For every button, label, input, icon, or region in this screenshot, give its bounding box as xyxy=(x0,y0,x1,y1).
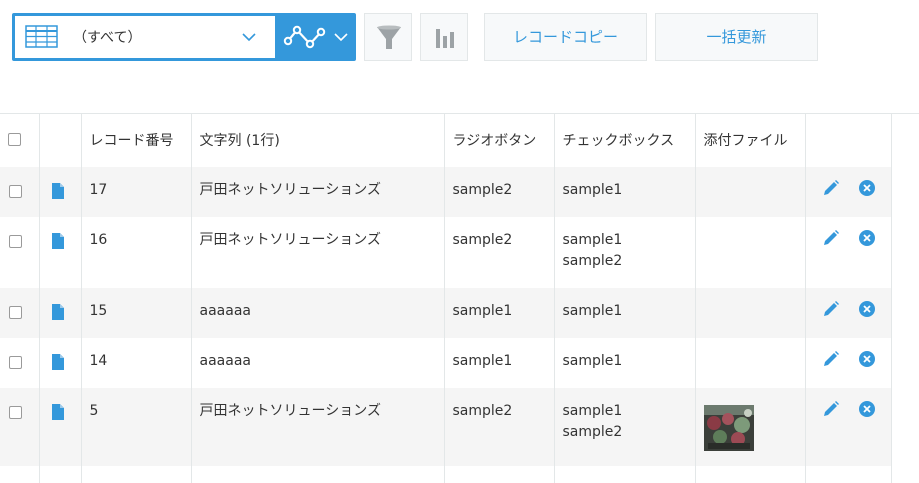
cell-radio: sample2 xyxy=(444,388,555,466)
table-row: 16 戸田ネットソリューションズ sample2 sample1 sample2 xyxy=(0,217,892,288)
row-checkbox[interactable] xyxy=(9,356,22,369)
cell-record-no: 16 xyxy=(81,217,192,288)
table-row xyxy=(0,466,892,483)
record-detail-icon[interactable] xyxy=(51,304,64,320)
cell-attachment xyxy=(695,167,806,217)
filter-icon xyxy=(377,25,401,49)
header-text[interactable]: 文字列 (1行) xyxy=(191,113,445,167)
delete-icon[interactable] xyxy=(858,400,876,418)
pencil-icon[interactable] xyxy=(822,350,840,368)
delete-icon[interactable] xyxy=(858,229,876,247)
cell-record-no: 15 xyxy=(81,288,192,338)
pencil-icon[interactable] xyxy=(822,179,840,197)
select-all-cell xyxy=(0,113,40,167)
view-selector: （すべて） xyxy=(12,13,356,61)
filter-button[interactable] xyxy=(364,13,412,61)
cell-text: 戸田ネットソリューションズ xyxy=(191,217,445,288)
row-checkbox[interactable] xyxy=(9,406,22,419)
cell-attachment xyxy=(695,388,806,466)
chevron-down-icon xyxy=(242,33,256,42)
header-record-no[interactable]: レコード番号 xyxy=(81,113,192,167)
checkbox-value: sample1 xyxy=(562,403,623,419)
bar-chart-icon xyxy=(436,29,454,48)
record-detail-icon[interactable] xyxy=(51,354,64,370)
table-row: 15 aaaaaa sample1 sample1 xyxy=(0,288,892,338)
bulk-update-button[interactable]: 一括更新 xyxy=(655,13,818,61)
delete-icon[interactable] xyxy=(858,350,876,368)
record-copy-button[interactable]: レコードコピー xyxy=(484,13,647,61)
cell-text: 戸田ネットソリューションズ xyxy=(191,167,445,217)
line-graph-icon xyxy=(283,25,326,49)
cell-attachment xyxy=(695,217,806,288)
checkbox-value: sample1 xyxy=(562,353,623,369)
checkbox-value: sample1 xyxy=(562,232,623,248)
cell-record-no: 5 xyxy=(81,388,192,466)
checkbox-value: sample2 xyxy=(562,253,623,269)
record-detail-icon[interactable] xyxy=(51,183,64,199)
header-actions xyxy=(805,113,892,167)
table-header-row: レコード番号 文字列 (1行) ラジオボタン チェックボックス 添付ファイル xyxy=(0,113,892,167)
table-row: 5 戸田ネットソリューションズ sample2 sample1 sample2 xyxy=(0,388,892,466)
row-checkbox[interactable] xyxy=(9,185,22,198)
cell-checkbox: sample1 xyxy=(554,167,696,217)
record-detail-icon[interactable] xyxy=(51,233,64,249)
cell-actions xyxy=(805,338,892,388)
cell-actions xyxy=(805,217,892,288)
list-view-icon xyxy=(25,25,58,48)
cell-actions xyxy=(805,288,892,338)
delete-icon[interactable] xyxy=(858,179,876,197)
cell-text: 戸田ネットソリューションズ xyxy=(191,388,445,466)
delete-icon[interactable] xyxy=(858,300,876,318)
cell-checkbox: sample1 sample2 xyxy=(554,388,696,466)
cell-radio: sample2 xyxy=(444,167,555,217)
select-all-checkbox[interactable] xyxy=(8,132,21,146)
pencil-icon[interactable] xyxy=(822,229,840,247)
graph-selector-button[interactable] xyxy=(275,13,356,61)
cell-checkbox: sample1 xyxy=(554,338,696,388)
cell-actions xyxy=(805,388,892,466)
cell-attachment xyxy=(695,288,806,338)
cell-record-no: 14 xyxy=(81,338,192,388)
checkbox-value: sample1 xyxy=(562,182,623,198)
pencil-icon[interactable] xyxy=(822,400,840,418)
cell-actions xyxy=(805,167,892,217)
toolbar: （すべて） レコードコピー 一括更新 xyxy=(0,0,919,113)
table-row: 17 戸田ネットソリューションズ sample2 sample1 xyxy=(0,167,892,217)
checkbox-value: sample1 xyxy=(562,303,623,319)
cell-radio: sample2 xyxy=(444,217,555,288)
header-checkbox[interactable]: チェックボックス xyxy=(554,113,696,167)
row-checkbox[interactable] xyxy=(9,235,22,248)
attachment-thumbnail[interactable] xyxy=(703,405,754,451)
cell-radio: sample1 xyxy=(444,288,555,338)
view-name: （すべて） xyxy=(73,30,142,46)
cell-text: aaaaaa xyxy=(191,288,445,338)
checkbox-value: sample2 xyxy=(562,424,623,440)
chevron-down-icon xyxy=(334,33,348,42)
graph-button[interactable] xyxy=(420,13,468,61)
header-radio[interactable]: ラジオボタン xyxy=(444,113,555,167)
cell-text: aaaaaa xyxy=(191,338,445,388)
cell-attachment xyxy=(695,338,806,388)
view-dropdown[interactable]: （すべて） xyxy=(15,16,275,58)
pencil-icon[interactable] xyxy=(822,300,840,318)
cell-checkbox: sample1 xyxy=(554,288,696,338)
record-table: レコード番号 文字列 (1行) ラジオボタン チェックボックス 添付ファイル 1… xyxy=(0,113,892,483)
header-detail xyxy=(39,113,82,167)
header-attachment[interactable]: 添付ファイル xyxy=(695,113,806,167)
record-detail-icon[interactable] xyxy=(51,404,64,420)
cell-radio: sample1 xyxy=(444,338,555,388)
table-row: 14 aaaaaa sample1 sample1 xyxy=(0,338,892,388)
cell-checkbox: sample1 sample2 xyxy=(554,217,696,288)
cell-record-no: 17 xyxy=(81,167,192,217)
row-checkbox[interactable] xyxy=(9,306,22,319)
